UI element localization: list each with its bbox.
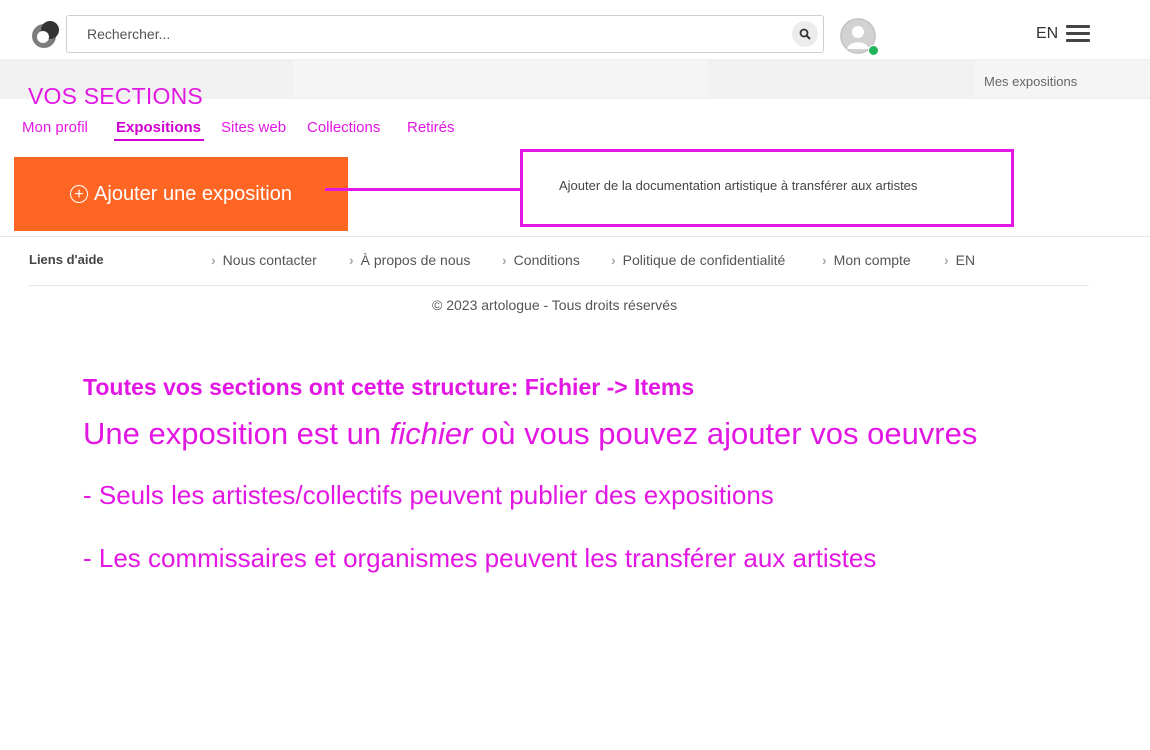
search-bar [66, 15, 824, 53]
search-icon [799, 28, 811, 40]
footer-link-account[interactable]: › Mon compte [822, 252, 911, 268]
tab-collections[interactable]: Collections [307, 119, 380, 136]
language-selector[interactable]: EN [1036, 25, 1058, 43]
bullet-curators: - Les commissaires et organismes peuvent… [83, 543, 877, 573]
footer-link-privacy[interactable]: › Politique de confidentialité [611, 252, 785, 268]
chevron-right-icon: › [502, 252, 507, 268]
active-tab-underline [114, 139, 204, 141]
exposition-definition: Une exposition est un fichier où vous po… [83, 416, 978, 451]
annotation-text: Ajouter de la documentation artistique à… [559, 178, 918, 193]
add-exposition-button[interactable]: + Ajouter une exposition [14, 157, 348, 231]
chevron-right-icon: › [211, 252, 216, 268]
annotation-connector [325, 188, 521, 191]
footer-divider [29, 285, 1089, 286]
chevron-right-icon: › [349, 252, 354, 268]
footer-link-about[interactable]: › À propos de nous [349, 252, 470, 268]
mes-expositions-link[interactable]: Mes expositions [984, 74, 1077, 89]
online-status-dot [868, 45, 879, 56]
plus-circle-icon: + [70, 185, 89, 203]
footer-link-conditions[interactable]: › Conditions [502, 252, 580, 268]
artologue-logo[interactable] [30, 20, 60, 50]
tab-expositions[interactable]: Expositions [116, 119, 201, 136]
footer-link-language[interactable]: › EN [944, 252, 975, 268]
help-links-label: Liens d'aide [29, 252, 104, 267]
sections-title: VOS SECTIONS [28, 83, 203, 109]
divider [0, 236, 1150, 237]
copyright-text: © 2023 artologue - Tous droits réservés [432, 297, 678, 313]
tab-retires[interactable]: Retirés [407, 119, 455, 136]
search-input[interactable] [67, 16, 767, 52]
bullet-artists: - Seuls les artistes/collectifs peuvent … [83, 480, 774, 510]
hamburger-menu-icon[interactable] [1066, 25, 1090, 43]
chevron-right-icon: › [822, 252, 827, 268]
structure-heading: Toutes vos sections ont cette structure:… [83, 374, 695, 400]
search-button[interactable] [792, 21, 818, 47]
strip-segment [293, 61, 708, 97]
footer-link-contact[interactable]: › Nous contacter [211, 252, 317, 268]
tab-sites-web[interactable]: Sites web [221, 119, 286, 136]
fichier-emphasis: fichier [389, 416, 473, 451]
chevron-right-icon: › [611, 252, 616, 268]
chevron-right-icon: › [944, 252, 949, 268]
add-exposition-label: Ajouter une exposition [94, 182, 292, 205]
tab-mon-profil[interactable]: Mon profil [22, 119, 88, 136]
